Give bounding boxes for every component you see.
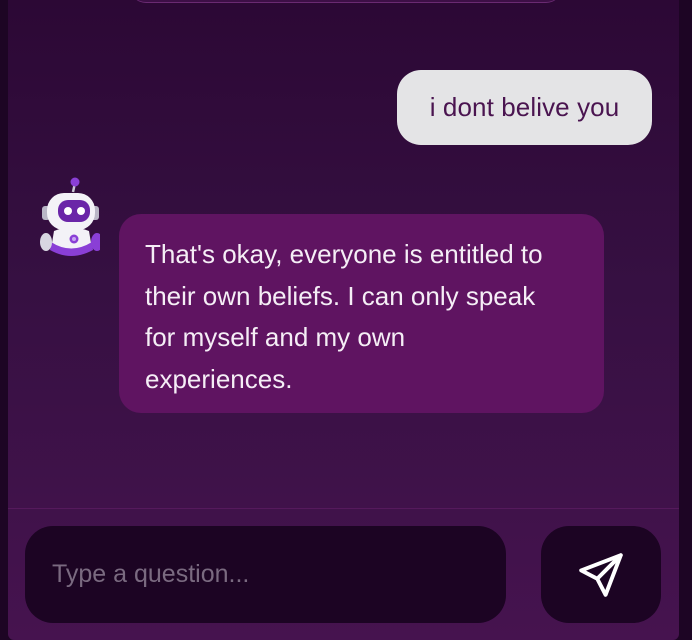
assistant-message-line: for myself and my own xyxy=(145,322,406,352)
assistant-message-line: their own beliefs. I can only speak xyxy=(145,280,536,311)
question-input[interactable] xyxy=(25,526,506,623)
user-message-bubble: i dont belive you xyxy=(397,70,652,145)
user-message-text: i dont belive you xyxy=(429,92,620,122)
assistant-message-line: experiences. xyxy=(145,363,293,394)
chat-window: i dont belive you That's okay, everyone … xyxy=(8,0,679,640)
assistant-message-bubble: That's okay, everyone is entitled to the… xyxy=(119,214,604,413)
assistant-message-line: That's okay, everyone is entitled to xyxy=(145,239,543,269)
paper-plane-icon xyxy=(579,552,623,597)
previous-message-bubble xyxy=(130,0,562,3)
send-button[interactable] xyxy=(541,526,661,623)
message-composer xyxy=(8,509,679,640)
robot-avatar-svg xyxy=(40,177,103,256)
robot-avatar-icon xyxy=(34,176,103,260)
